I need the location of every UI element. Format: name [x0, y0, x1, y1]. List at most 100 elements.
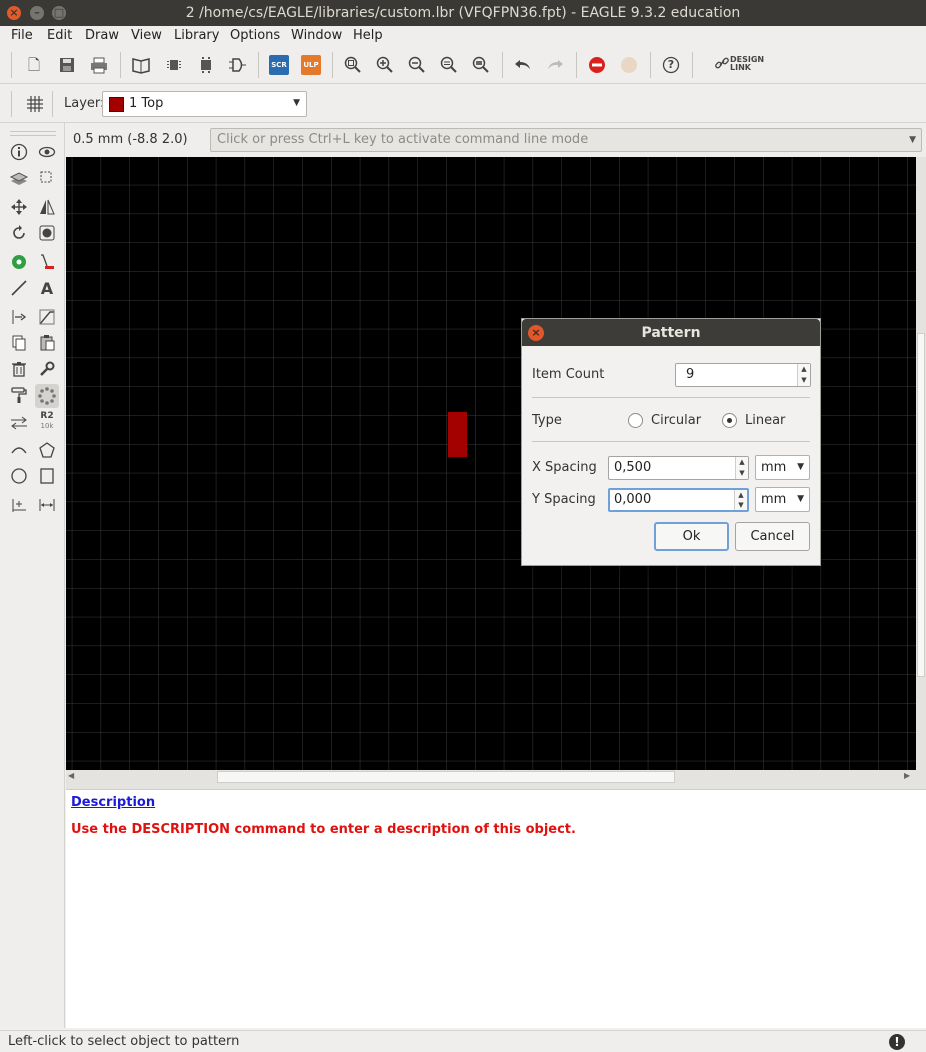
status-bar: Left-click to select object to pattern !: [0, 1030, 926, 1052]
miter-icon[interactable]: [37, 308, 57, 328]
circle-icon[interactable]: [9, 467, 29, 487]
line-icon[interactable]: [9, 279, 29, 299]
swap-icon[interactable]: [9, 413, 29, 433]
rectangle-icon[interactable]: [37, 467, 57, 487]
menu-help[interactable]: Help: [353, 28, 383, 43]
show-icon[interactable]: [37, 143, 57, 163]
type-linear-label[interactable]: Linear: [745, 413, 785, 428]
ok-button[interactable]: Ok: [654, 522, 729, 551]
ulp-icon[interactable]: ULP: [301, 55, 321, 75]
type-linear-radio[interactable]: [722, 413, 737, 428]
rotate-icon[interactable]: [9, 224, 29, 244]
menu-options[interactable]: Options: [230, 28, 280, 43]
stop-icon[interactable]: [587, 55, 607, 75]
layer-display-icon[interactable]: [9, 169, 29, 189]
type-circular-radio[interactable]: [628, 413, 643, 428]
y-unit-dropdown[interactable]: mm ▼: [755, 487, 810, 512]
pattern-dialog: × Pattern Item Count 9 ▲ ▼ Type Circular …: [521, 318, 821, 566]
cancel-button[interactable]: Cancel: [735, 522, 810, 551]
command-palette: A R2 10k: [0, 123, 65, 1028]
delete-icon[interactable]: [9, 360, 29, 380]
scroll-right-icon[interactable]: ▶: [904, 771, 910, 780]
horizontal-scrollbar[interactable]: ◀ ▶: [66, 770, 916, 784]
polygon-icon[interactable]: [37, 441, 57, 461]
mark-icon[interactable]: [37, 169, 57, 189]
toolbar-divider: [650, 52, 651, 78]
layer-color-swatch: [109, 97, 124, 112]
zoom-in-icon[interactable]: [375, 55, 395, 75]
footprint-icon[interactable]: [196, 55, 216, 75]
type-circular-label[interactable]: Circular: [651, 413, 701, 428]
menu-file[interactable]: File: [11, 28, 33, 43]
redo-icon[interactable]: [545, 55, 565, 75]
spin-arrows-icon[interactable]: ▲ ▼: [797, 364, 810, 386]
value-icon-10k: 10k: [40, 422, 54, 430]
pattern-icon[interactable]: [35, 384, 59, 408]
undo-icon[interactable]: [513, 55, 533, 75]
smd-icon[interactable]: [37, 253, 57, 273]
menu-window[interactable]: Window: [291, 28, 342, 43]
library-book-icon[interactable]: [131, 55, 151, 75]
menu-edit[interactable]: Edit: [47, 28, 72, 43]
item-count-spinbox[interactable]: 9 ▲ ▼: [675, 363, 811, 387]
package-icon[interactable]: [164, 55, 184, 75]
value-icon-r2: R2: [40, 411, 54, 421]
toolbar-divider: [502, 52, 503, 78]
symbol-icon[interactable]: [227, 55, 247, 75]
copy-icon[interactable]: [9, 334, 29, 354]
dimension-icon[interactable]: [37, 496, 57, 516]
print-icon[interactable]: [89, 55, 109, 75]
vertical-scrollbar[interactable]: [916, 157, 926, 770]
mirror-icon[interactable]: [37, 198, 57, 218]
zoom-redraw-icon[interactable]: [439, 55, 459, 75]
menu-library[interactable]: Library: [174, 28, 219, 43]
alert-icon[interactable]: !: [889, 1034, 905, 1050]
via-icon[interactable]: [9, 253, 29, 273]
paste-icon[interactable]: [37, 334, 57, 354]
group-icon[interactable]: [37, 224, 57, 244]
layer-dropdown[interactable]: 1 Top ▼: [102, 91, 307, 117]
value-icon[interactable]: R2 10k: [37, 411, 57, 431]
spin-arrows-icon[interactable]: ▲ ▼: [735, 457, 748, 479]
zoom-fit-icon[interactable]: [343, 55, 363, 75]
zoom-select-icon[interactable]: [471, 55, 491, 75]
x-spacing-value: 0,500: [614, 460, 652, 475]
script-icon[interactable]: SCR: [269, 55, 289, 75]
y-spacing-value: 0,000: [614, 492, 652, 507]
menu-view[interactable]: View: [131, 28, 162, 43]
info-icon[interactable]: [9, 143, 29, 163]
open-icon[interactable]: 🗋: [24, 55, 44, 75]
arc-icon[interactable]: [9, 441, 29, 461]
grid-icon[interactable]: [25, 94, 45, 114]
split-icon[interactable]: [9, 308, 29, 328]
coordinate-bar: 0.5 mm (-8.8 2.0) Click or press Ctrl+L …: [66, 123, 926, 157]
x-spacing-label: X Spacing: [532, 460, 597, 475]
wrench-icon[interactable]: [37, 360, 57, 380]
chevron-down-icon[interactable]: ▼: [909, 129, 916, 151]
origin-icon[interactable]: [9, 496, 29, 516]
smd-pad[interactable]: [448, 412, 467, 457]
help-icon[interactable]: ?: [661, 55, 681, 75]
zoom-out-icon[interactable]: [407, 55, 427, 75]
vertical-scroll-thumb[interactable]: [917, 333, 925, 677]
paint-roller-icon[interactable]: [9, 386, 29, 406]
menu-draw[interactable]: Draw: [85, 28, 119, 43]
move-icon[interactable]: [9, 198, 29, 218]
link-icon[interactable]: [712, 55, 732, 75]
horizontal-scroll-thumb[interactable]: [217, 771, 675, 783]
description-link[interactable]: Description: [71, 795, 155, 810]
scroll-left-icon[interactable]: ◀: [68, 771, 74, 780]
spin-arrows-icon[interactable]: ▲ ▼: [734, 490, 747, 510]
x-spacing-spinbox[interactable]: 0,500 ▲ ▼: [608, 456, 749, 480]
description-text: Use the DESCRIPTION command to enter a d…: [71, 822, 576, 837]
design-link-button[interactable]: DESIGN LINK: [730, 56, 764, 72]
text-icon[interactable]: A: [37, 279, 57, 299]
y-spacing-spinbox[interactable]: 0,000 ▲ ▼: [608, 488, 749, 512]
command-line-input[interactable]: Click or press Ctrl+L key to activate co…: [210, 128, 922, 152]
go-icon[interactable]: [619, 55, 639, 75]
radio-selected-dot: [727, 418, 732, 423]
x-unit-dropdown[interactable]: mm ▼: [755, 455, 810, 480]
dialog-divider: [532, 441, 810, 442]
dialog-divider: [532, 397, 810, 398]
save-icon[interactable]: [57, 55, 77, 75]
